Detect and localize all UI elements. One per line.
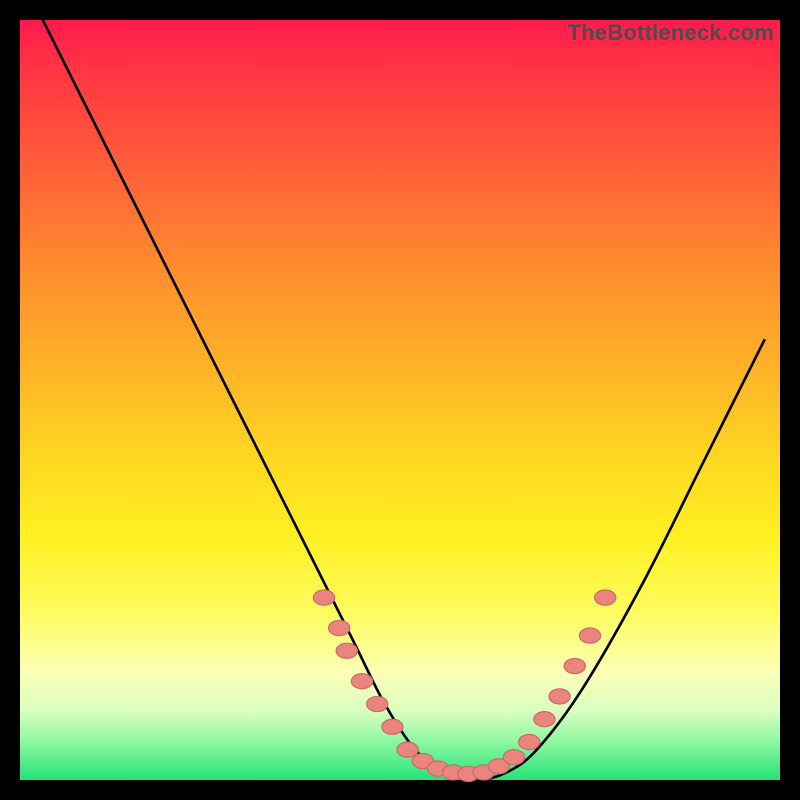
plot-area: TheBottleneck.com [20, 20, 780, 780]
data-marker [564, 658, 585, 673]
data-marker [336, 643, 357, 658]
data-marker [503, 750, 524, 765]
data-marker [329, 620, 350, 635]
curve-svg [20, 20, 780, 780]
data-marker [313, 590, 334, 605]
data-marker [534, 712, 555, 727]
bottleneck-curve [43, 20, 765, 780]
chart-stage: TheBottleneck.com [0, 0, 800, 800]
data-marker [519, 734, 540, 749]
marker-group [313, 590, 615, 782]
data-marker [367, 696, 388, 711]
data-marker [397, 742, 418, 757]
data-marker [382, 719, 403, 734]
data-marker [595, 590, 616, 605]
data-marker [549, 689, 570, 704]
data-marker [351, 674, 372, 689]
data-marker [579, 628, 600, 643]
